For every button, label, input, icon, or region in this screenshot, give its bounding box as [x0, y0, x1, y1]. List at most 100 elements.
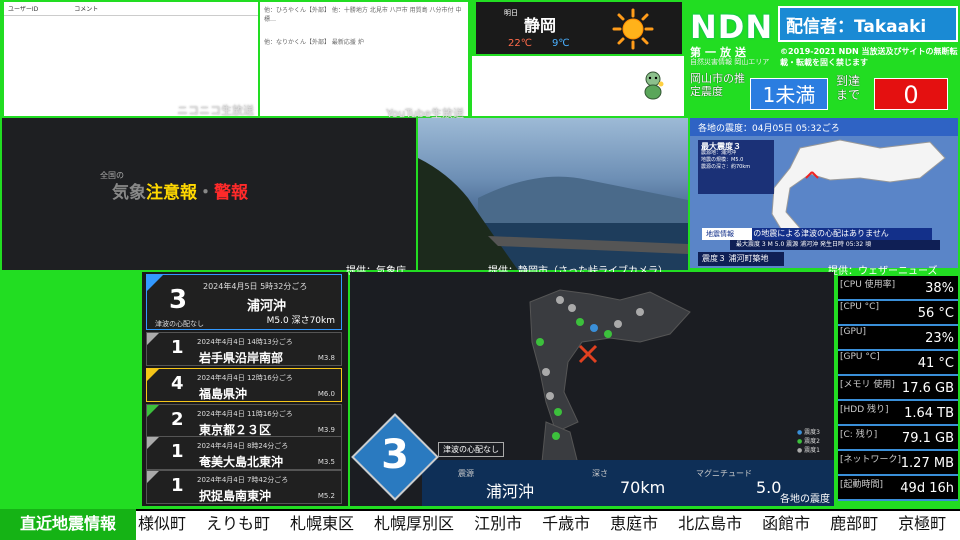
map-header: 各地の震度：04月05日 05:32ごろ [690, 118, 958, 136]
stat-value: 1.27 MB [900, 456, 954, 471]
ticker-item: 京極町 [898, 514, 947, 533]
ticker-item: 恵庭市 [610, 514, 659, 533]
stat-label: [CPU °C] [840, 302, 879, 312]
intensity-corner [147, 437, 159, 449]
weather-box: 明日 静岡 22℃ 9℃ [476, 2, 682, 54]
intensity-place: 震度３ 浦河町築地 [698, 252, 784, 266]
weathernews-quake-map: 各地の震度：04月05日 05:32ごろ 最大震度３ 震源地：浦河沖 地震の規模… [690, 118, 958, 268]
quake-intensity: 4 [171, 373, 184, 394]
arrival-label: 到達まで [836, 74, 861, 102]
stat-label: [HDD 残り] [840, 405, 889, 415]
magnitude-value: 5.0 [756, 478, 782, 497]
max-intensity: 最大震度３ [701, 142, 741, 151]
depth-label: 深さ [592, 469, 608, 478]
quake-card[interactable]: 1 2024年4月4日 7時42分ごろ 択捉島南東沖 M5.2 [146, 470, 342, 504]
quake-datetime: 2024年4月4日 7時42分ごろ [197, 476, 289, 484]
stat-row: [GPU °C] 41 °C [838, 351, 958, 376]
estimated-intensity-value: 1未満 [750, 78, 828, 110]
warnings-word-weather: 気象 [112, 183, 146, 203]
quake-magnitude: M3.9 [317, 426, 335, 434]
stat-value: 49d 16h [900, 481, 954, 496]
stat-row: [HDD 残り] 1.64 TB [838, 401, 958, 426]
quake-intensity: 1 [171, 441, 184, 462]
niconico-label: ニコニコ生放送 [177, 104, 254, 117]
camera-scene [418, 158, 688, 270]
quake-card[interactable]: 1 2024年4月4日 8時24分ごろ 奄美大島北東沖 M3.5 [146, 436, 342, 470]
quake-tsunami: 津波の心配なし [155, 320, 204, 328]
notice-label: 地震情報 [702, 228, 752, 240]
youtube-label: YouTube生放送 [386, 107, 464, 120]
temp-high: 22℃ [508, 38, 532, 49]
stat-label: [GPU] [840, 327, 867, 337]
weather-panel: 明日 静岡 22℃ 9℃ [472, 0, 684, 116]
station-marker [604, 330, 612, 338]
caster-badge: 配信者：Takaaki [778, 6, 958, 42]
jma-warnings-panel: 全国の 気象注意報・警報 [2, 118, 416, 270]
tsunami-box: 津波の心配なし [438, 442, 504, 457]
station-marker [552, 432, 560, 440]
youtube-comment-panel: 他：ひろやくん【外部】 他：十勝地方 北見市 八戸市 用質島 八分市付 中標… … [260, 2, 468, 120]
legend-item: ● 震度1 [797, 447, 820, 454]
quake-datetime: 2024年4月4日 14時13分ごろ [197, 338, 293, 346]
warnings-separator: ・ [197, 183, 214, 203]
mountain-shape [478, 176, 688, 228]
quake-epicenter: 浦河沖 [247, 299, 287, 314]
intensity-corner [147, 333, 159, 345]
live-camera-view [418, 118, 688, 270]
legend-item: ● 震度3 [797, 429, 820, 436]
stat-label: [CPU 使用率] [840, 280, 896, 290]
warnings-title: 気象注意報・警報 [112, 178, 248, 203]
warnings-word-warning: 警報 [214, 183, 248, 203]
recent-quakes-list: 3 2024年4月5日 5時32分ごろ 浦河沖 津波の心配なし M5.0 深さ7… [142, 272, 348, 506]
ticker-item: 函館市 [762, 514, 811, 533]
stat-value: 1.64 TB [904, 406, 954, 421]
arrival-countdown: 0 [874, 78, 948, 110]
station-marker [614, 320, 622, 328]
quake-datetime: 2024年4月4日 11時16分ごろ [197, 410, 293, 418]
magnitude-label: マグニチュード [696, 469, 752, 478]
sun-icon [612, 8, 654, 50]
stat-row: [メモリ 使用] 17.6 GB [838, 376, 958, 401]
quake-magnitude: M3.8 [317, 354, 335, 362]
station-marker [554, 408, 562, 416]
quake-intensity: 1 [171, 337, 184, 358]
quake-epicenter: 岩手県沿岸南部 [199, 351, 284, 365]
epicenter-label: 震源 [458, 469, 474, 478]
niconico-comment-panel: ユーザーID コメント ニコニコ生放送 [4, 2, 258, 117]
quake-epicenter: 択捉島南東沖 [199, 489, 272, 503]
station-marker [536, 338, 544, 346]
ticker-item: 江別市 [474, 514, 523, 533]
quake-magnitude: M3.5 [317, 458, 335, 466]
quake-intensity: 2 [171, 409, 184, 430]
quake-card[interactable]: 2 2024年4月4日 11時16分ごろ 東京都２３区 M3.9 [146, 404, 342, 438]
magnitude-line: 地震の規模：M5.0 [701, 157, 744, 163]
weathernews-source: 提供：ウェザーニューズ [828, 266, 938, 277]
epicenter-line: 震源地：浦河沖 [701, 150, 737, 156]
intensity-map: 3 津波の心配なし 震源 浦河沖 深さ 70km マグニチュード 5.0 ● 震… [350, 272, 834, 506]
quake-magnitude: M5.2 [317, 492, 335, 500]
stat-value: 17.6 GB [901, 381, 954, 396]
stat-value: 56 °C [917, 306, 954, 321]
ticker-item: えりも町 [206, 514, 271, 533]
stat-value: 79.1 GB [901, 431, 954, 446]
intensity-corner [147, 405, 159, 417]
mascot-character [644, 71, 664, 100]
quake-card-latest[interactable]: 3 2024年4月5日 5時32分ごろ 浦河沖 津波の心配なし M5.0 深さ7… [146, 274, 342, 330]
stat-label: [C: 残り] [840, 430, 878, 440]
stat-row: [CPU °C] 56 °C [838, 301, 958, 326]
copyright-notice: ©2019-2021 NDN 当放送及びサイトの無断転載・転載を固く禁じます [780, 47, 958, 67]
station-marker [590, 324, 598, 332]
ticker-item: 様似町 [138, 514, 187, 533]
quake-card[interactable]: 1 2024年4月4日 14時13分ごろ 岩手県沿岸南部 M3.8 [146, 332, 342, 366]
warnings-word-advisory: 注意報 [146, 183, 197, 203]
quake-magnitude: M6.0 [317, 390, 335, 398]
quake-summary-strip: 最大震度 3 M 5.0 震源 浦河沖 発生日時 05:32 頃 [730, 240, 940, 250]
station-marker [568, 304, 576, 312]
comment-line: 他：なりかくん【外部】 最新応援 炉 [264, 39, 364, 46]
mascot-area [472, 56, 684, 116]
system-stats-panel: [CPU 使用率] 38% [CPU °C] 56 °C [GPU] 23% [GPU… [838, 276, 958, 506]
column-comment: コメント [74, 6, 99, 13]
quake-card[interactable]: 4 2024年4月4日 12時16分ごろ 福島県沖 M6.0 [146, 368, 342, 402]
stat-value: 38% [925, 281, 954, 296]
stat-row: [CPU 使用率] 38% [838, 276, 958, 301]
